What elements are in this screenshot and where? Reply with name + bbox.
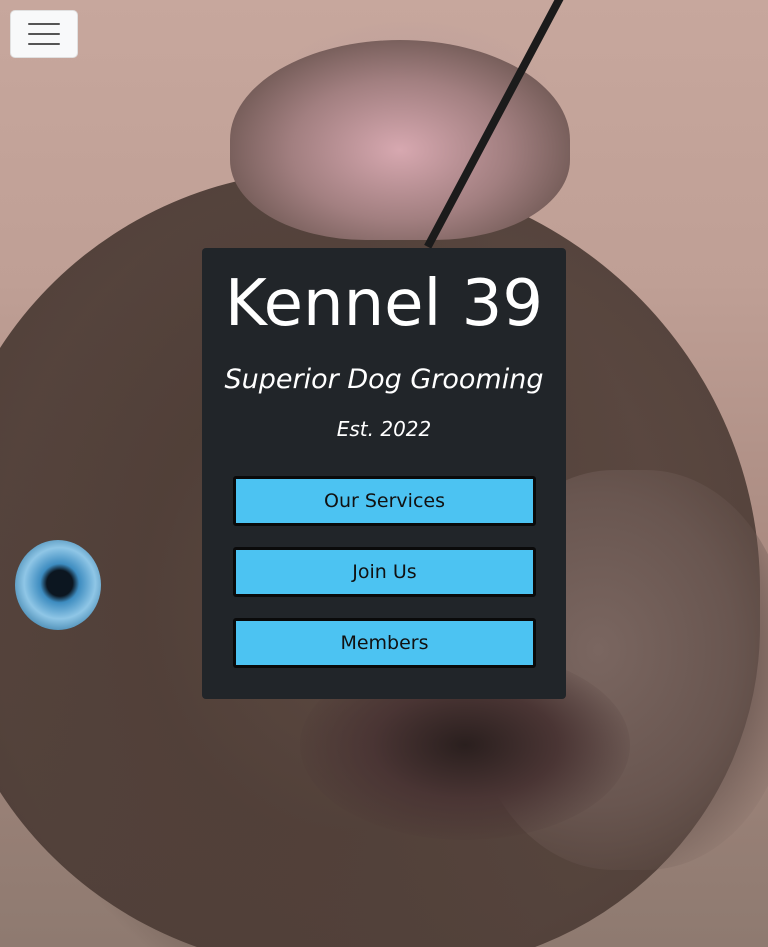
tagline: Superior Dog Grooming <box>224 364 544 395</box>
our-services-button[interactable]: Our Services <box>233 476 536 526</box>
dog-eye <box>15 540 101 630</box>
page-title: Kennel 39 <box>224 267 544 341</box>
join-us-button[interactable]: Join Us <box>233 547 536 597</box>
navbar-toggle-button[interactable] <box>10 10 78 58</box>
hero-card: Kennel 39 Superior Dog Grooming Est. 202… <box>202 248 566 699</box>
hamburger-menu-icon <box>28 23 60 45</box>
members-button[interactable]: Members <box>233 618 536 668</box>
established-text: Est. 2022 <box>336 417 432 441</box>
